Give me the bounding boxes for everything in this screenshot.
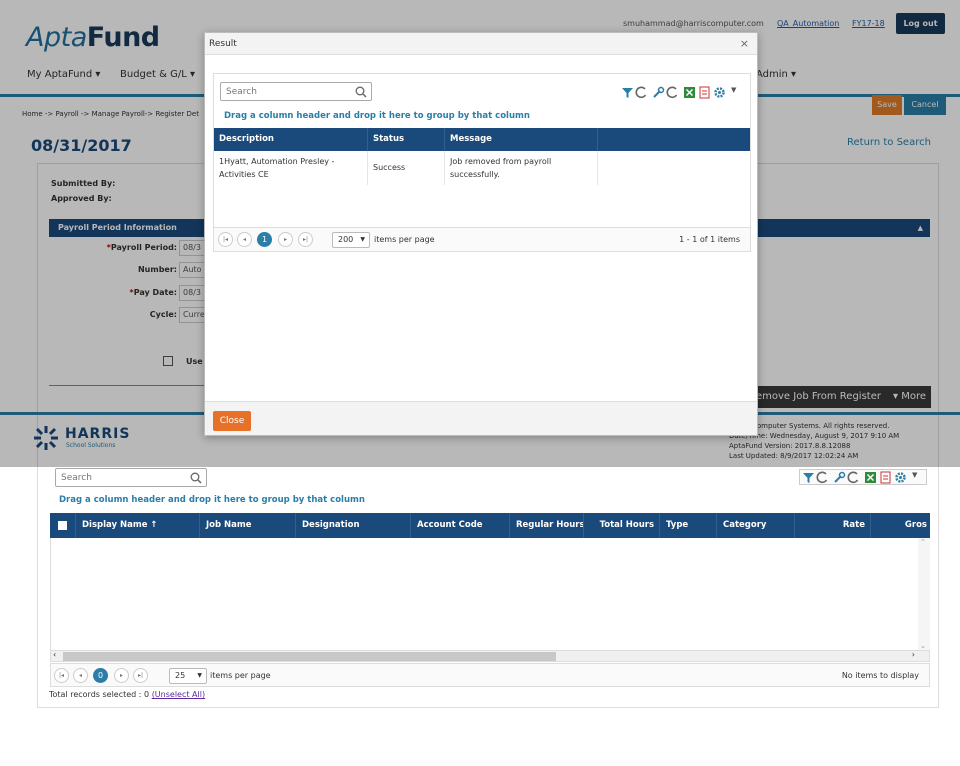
next-page-button[interactable]: ▸: [278, 232, 293, 247]
result-search-input[interactable]: [226, 86, 354, 98]
grid-toolbar: ▼: [799, 469, 927, 485]
col-display-name[interactable]: Display Name ↑: [76, 513, 200, 538]
scroll-up-icon[interactable]: ⌃: [920, 538, 926, 546]
grid-pager: |◂ ◂ 0 ▸ ▸| 25 ▼ items per page No items …: [50, 663, 930, 687]
first-page-button[interactable]: |◂: [218, 232, 233, 247]
select-all-checkbox[interactable]: [58, 521, 67, 530]
total-records: Total records selected : 0 (Unselect All…: [49, 690, 206, 699]
page-size-select[interactable]: 25 ▼: [169, 668, 207, 684]
modal-title: Result: [209, 39, 237, 49]
current-page[interactable]: 0: [93, 668, 108, 683]
wrench-icon[interactable]: [833, 471, 846, 484]
scroll-right-icon[interactable]: ›: [912, 650, 915, 659]
col-designation[interactable]: Designation: [296, 513, 411, 538]
col-gross[interactable]: Gros: [871, 513, 930, 538]
search-icon[interactable]: [355, 86, 367, 98]
unselect-all-link[interactable]: (Unselect All): [152, 690, 205, 699]
col-total-hours[interactable]: Total Hours: [584, 513, 660, 538]
result-grid: ▼ Drag a column header and drop it here …: [213, 73, 751, 252]
prev-page-button[interactable]: ◂: [73, 668, 88, 683]
dropdown-arrow-icon: ▼: [197, 672, 202, 679]
modal-footer: Close: [205, 401, 757, 435]
col-job-name[interactable]: Job Name: [200, 513, 296, 538]
chevron-down-icon[interactable]: ▼: [912, 471, 917, 479]
cell-status: Success: [368, 151, 445, 185]
col-status[interactable]: Status: [368, 128, 445, 151]
dropdown-arrow-icon: ▼: [360, 236, 365, 243]
items-per-page-label: items per page: [374, 235, 435, 244]
refresh-filter-icon[interactable]: [816, 471, 829, 484]
pager-info: 1 - 1 of 1 items: [679, 235, 740, 244]
result-modal: Result × ▼ Drag a column header and drop…: [204, 32, 758, 436]
grid-body: [50, 538, 930, 650]
reset-icon[interactable]: [847, 471, 860, 484]
filter-icon[interactable]: [802, 471, 815, 484]
horizontal-scroll-thumb[interactable]: [63, 652, 556, 661]
modal-titlebar: Result ×: [205, 33, 757, 55]
last-page-button[interactable]: ▸|: [298, 232, 313, 247]
cell-message: Job removed from payroll successfully.: [445, 151, 598, 185]
grid-header: Display Name ↑ Job Name Designation Acco…: [50, 513, 930, 538]
current-page[interactable]: 1: [257, 232, 272, 247]
scroll-left-icon[interactable]: ‹: [53, 650, 56, 659]
scroll-down-icon[interactable]: ⌄: [920, 642, 926, 650]
first-page-button[interactable]: |◂: [54, 668, 69, 683]
close-button[interactable]: Close: [213, 411, 251, 431]
search-icon[interactable]: [190, 472, 202, 484]
wrench-icon[interactable]: [652, 86, 665, 99]
result-search-box[interactable]: [220, 82, 372, 101]
result-toolbar: ▼: [621, 85, 747, 101]
next-page-button[interactable]: ▸: [114, 668, 129, 683]
vertical-scrollbar[interactable]: ⌃ ⌄: [918, 538, 930, 650]
col-message[interactable]: Message: [445, 128, 598, 151]
close-icon[interactable]: ×: [740, 33, 749, 55]
gear-icon[interactable]: [894, 471, 907, 484]
chevron-down-icon[interactable]: ▼: [731, 86, 736, 94]
last-page-button[interactable]: ▸|: [133, 668, 148, 683]
cell-description: 1Hyatt, Automation Presley - Activities …: [214, 151, 368, 185]
col-regular-hours[interactable]: Regular Hours: [510, 513, 584, 538]
gear-icon[interactable]: [713, 86, 726, 99]
pager-info: No items to display: [841, 671, 919, 680]
excel-icon[interactable]: [864, 471, 877, 484]
result-pager: |◂ ◂ 1 ▸ ▸| 200 ▼ items per page 1 - 1 of…: [214, 227, 750, 251]
select-all-cell: [50, 513, 76, 538]
pdf-icon[interactable]: [698, 86, 711, 99]
group-drop-hint: Drag a column header and drop it here to…: [224, 111, 530, 121]
refresh-filter-icon[interactable]: [635, 86, 648, 99]
col-rate[interactable]: Rate: [795, 513, 871, 538]
excel-icon[interactable]: [683, 86, 696, 99]
col-account-code[interactable]: Account Code: [411, 513, 510, 538]
col-category[interactable]: Category: [717, 513, 795, 538]
pdf-icon[interactable]: [879, 471, 892, 484]
col-type[interactable]: Type: [660, 513, 717, 538]
items-per-page-label: items per page: [210, 671, 271, 680]
grid-search-box[interactable]: [55, 468, 207, 487]
filter-icon[interactable]: [621, 86, 634, 99]
prev-page-button[interactable]: ◂: [237, 232, 252, 247]
result-grid-header: Description Status Message: [214, 128, 750, 151]
col-description[interactable]: Description: [214, 128, 368, 151]
group-drop-hint: Drag a column header and drop it here to…: [59, 495, 365, 505]
grid-search-input[interactable]: [61, 472, 189, 484]
table-row[interactable]: 1Hyatt, Automation Presley - Activities …: [214, 151, 750, 185]
reset-icon[interactable]: [666, 86, 679, 99]
page-size-select[interactable]: 200 ▼: [332, 232, 370, 248]
